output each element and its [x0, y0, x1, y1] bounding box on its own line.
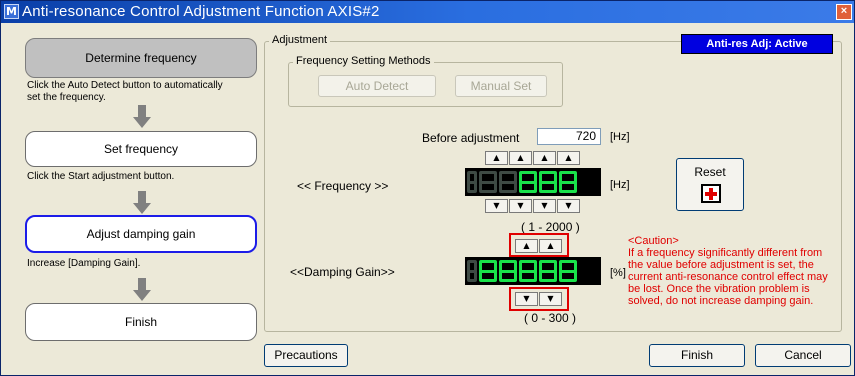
- step-finish: Finish: [25, 303, 257, 341]
- damping-up-buttons: ▲ ▲: [515, 239, 562, 253]
- frequency-digit: [499, 171, 517, 193]
- reset-button[interactable]: Reset: [676, 158, 744, 211]
- frequency-down-digit-1[interactable]: ▼: [485, 199, 508, 213]
- frequency-down-digit-4[interactable]: ▼: [557, 199, 580, 213]
- damping-range: ( 0 - 300 ): [524, 311, 577, 325]
- frequency-up-buttons: ▲ ▲ ▲ ▲: [485, 151, 580, 165]
- frequency-digit: [467, 171, 477, 193]
- frequency-unit: [Hz]: [610, 179, 630, 191]
- frequency-down-buttons: ▼ ▼ ▼ ▼: [485, 199, 580, 213]
- app-icon: M: [4, 4, 19, 19]
- frequency-up-digit-3[interactable]: ▲: [533, 151, 556, 165]
- damping-unit: [%]: [610, 267, 626, 279]
- frequency-down-digit-2[interactable]: ▼: [509, 199, 532, 213]
- damping-up-digit-1[interactable]: ▲: [515, 239, 538, 253]
- damping-down-digit-1[interactable]: ▼: [515, 292, 538, 306]
- close-button[interactable]: ×: [836, 4, 852, 20]
- finish-button[interactable]: Finish: [649, 344, 745, 367]
- frequency-digit: [539, 171, 557, 193]
- anti-resonance-window: M Anti-resonance Control Adjustment Func…: [0, 0, 855, 376]
- step-description: Click the Start adjustment button.: [27, 171, 175, 182]
- frequency-up-digit-2[interactable]: ▲: [509, 151, 532, 165]
- damping-up-digit-2[interactable]: ▲: [539, 239, 562, 253]
- arrow-down-icon: [133, 105, 151, 129]
- step-label: Finish: [124, 315, 157, 329]
- frequency-label: << Frequency >>: [297, 179, 389, 193]
- reset-plus-icon: [701, 184, 721, 203]
- frequency-methods-label: Frequency Setting Methods: [293, 55, 434, 67]
- before-adjustment-value: 720: [537, 128, 601, 145]
- frequency-display: [465, 168, 601, 196]
- damping-gain-label: <<Damping Gain>>: [290, 265, 395, 279]
- step-determine-frequency: Determine frequency: [25, 38, 257, 78]
- damping-digit: [479, 260, 497, 282]
- step-label: Set frequency: [103, 142, 179, 156]
- arrow-down-icon: [133, 278, 151, 302]
- step-label: Determine frequency: [85, 51, 197, 65]
- reset-label: Reset: [694, 165, 726, 179]
- window-title: Anti-resonance Control Adjustment Functi…: [22, 3, 380, 20]
- precautions-button[interactable]: Precautions: [264, 344, 348, 367]
- frequency-digit: [519, 171, 537, 193]
- frequency-up-digit-1[interactable]: ▲: [485, 151, 508, 165]
- before-adjustment-label: Before adjustment: [422, 131, 520, 145]
- cancel-button[interactable]: Cancel: [755, 344, 851, 367]
- step-label: Adjust damping gain: [86, 227, 196, 241]
- step-description: Click the Auto Detect button to automati…: [27, 80, 223, 103]
- status-badge: Anti-res Adj: Active: [681, 34, 833, 54]
- frequency-digit: [559, 171, 577, 193]
- caution-title: <Caution>: [628, 235, 679, 247]
- damping-down-buttons: ▼ ▼: [515, 292, 562, 306]
- frequency-up-digit-4[interactable]: ▲: [557, 151, 580, 165]
- damping-down-digit-2[interactable]: ▼: [539, 292, 562, 306]
- caution-text: If a frequency significantly different f…: [628, 247, 828, 307]
- before-adjustment-unit: [Hz]: [610, 131, 630, 143]
- frequency-range: ( 1 - 2000 ): [521, 220, 580, 234]
- arrow-down-icon: [133, 191, 151, 215]
- frequency-down-digit-3[interactable]: ▼: [533, 199, 556, 213]
- caution-note: <Caution> If a frequency significantly d…: [628, 235, 828, 307]
- auto-detect-button[interactable]: Auto Detect: [318, 75, 436, 97]
- step-set-frequency: Set frequency: [25, 131, 257, 167]
- manual-set-button[interactable]: Manual Set: [455, 75, 547, 97]
- step-description: Increase [Damping Gain].: [27, 258, 141, 269]
- step-adjust-damping-gain: Adjust damping gain: [25, 215, 257, 253]
- damping-digit: [499, 260, 517, 282]
- damping-digit: [467, 260, 477, 282]
- damping-digit: [539, 260, 557, 282]
- frequency-digit: [479, 171, 497, 193]
- title-bar[interactable]: M Anti-resonance Control Adjustment Func…: [1, 1, 854, 23]
- damping-digit: [519, 260, 537, 282]
- adjustment-group-label: Adjustment: [269, 34, 331, 46]
- damping-digit: [559, 260, 577, 282]
- damping-display: [465, 257, 601, 285]
